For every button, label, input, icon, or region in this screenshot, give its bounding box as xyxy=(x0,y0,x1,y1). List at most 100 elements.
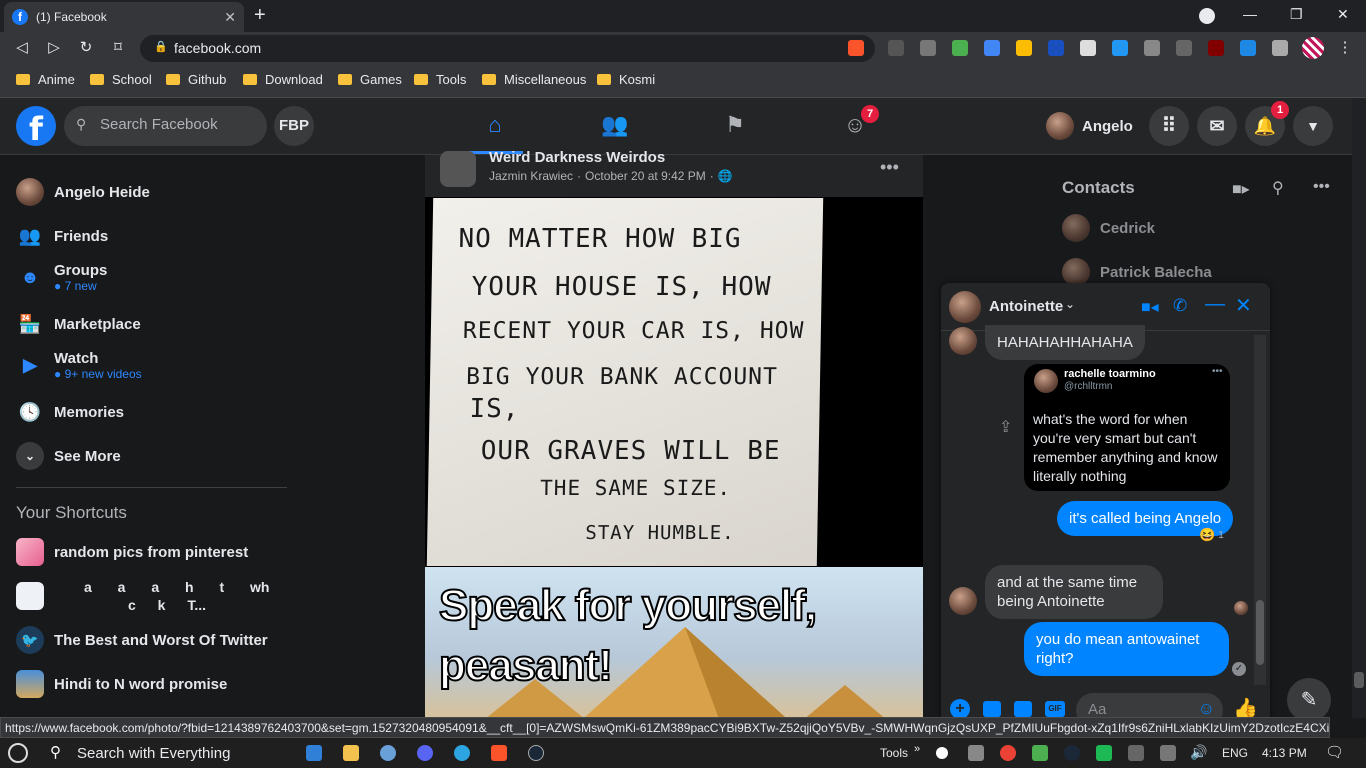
browser-tab[interactable]: f (1) Facebook ✕ xyxy=(4,2,244,32)
extension-icon[interactable] xyxy=(1112,40,1128,56)
extension-icon[interactable] xyxy=(1080,40,1096,56)
home-icon[interactable]: ⌂ xyxy=(480,112,510,138)
file-explorer-icon[interactable] xyxy=(343,745,359,761)
taskbar-search[interactable]: Search with Everything xyxy=(77,745,230,762)
extension-icon[interactable] xyxy=(1048,40,1064,56)
brave-icon[interactable] xyxy=(491,745,507,761)
shortcut-item[interactable]: random pics from pinterest xyxy=(16,538,248,566)
account-dropdown-icon[interactable]: ▼ xyxy=(1293,106,1333,146)
camera-extension-icon[interactable] xyxy=(920,40,936,56)
restore-icon[interactable]: ❐ xyxy=(1290,6,1303,23)
friends-icon[interactable]: 👥 xyxy=(600,112,630,138)
sidebar-item-marketplace[interactable]: 🏪 Marketplace xyxy=(16,310,141,338)
contacts-options-icon[interactable]: ••• xyxy=(1313,178,1330,196)
share-icon[interactable]: ⇪ xyxy=(999,417,1012,437)
sidebar-item-groups[interactable]: ☻ Groups ● 7 new xyxy=(16,262,108,293)
bookmark-folder[interactable]: Tools xyxy=(414,72,466,87)
profile-avatar-icon[interactable] xyxy=(1302,37,1324,59)
clock[interactable]: 4:13 PM xyxy=(1262,746,1307,760)
sidebar-item-friends[interactable]: 👥 Friends xyxy=(16,222,108,250)
bookmark-folder[interactable]: Download xyxy=(243,72,323,87)
tools-toolbar[interactable]: Tools xyxy=(880,746,908,760)
pages-flag-icon[interactable]: ⚑ xyxy=(720,112,750,138)
shortcut-item[interactable]: a a a h t wh c k T... xyxy=(16,578,269,614)
translate-icon[interactable] xyxy=(984,40,1000,56)
menu-icon[interactable]: ⋮ xyxy=(1335,38,1355,56)
chat-contact-name[interactable]: Antoinette xyxy=(989,298,1063,315)
shortcut-item[interactable]: 🐦 The Best and Worst Of Twitter xyxy=(16,626,268,654)
emoji-icon[interactable]: ☺ xyxy=(1198,699,1215,719)
post-time[interactable]: October 20 at 9:42 PM xyxy=(585,169,706,183)
new-tab-icon[interactable]: + xyxy=(254,4,266,27)
new-message-icon[interactable]: ✎ xyxy=(1287,678,1331,722)
steam-tray-icon[interactable] xyxy=(1064,745,1080,761)
tray-icon[interactable] xyxy=(968,745,984,761)
chevron-right-icon[interactable]: » xyxy=(914,743,920,755)
chrome-tray-icon[interactable] xyxy=(1000,745,1016,761)
close-chat-icon[interactable]: ✕ xyxy=(1235,293,1252,318)
tray-icon[interactable] xyxy=(1096,745,1112,761)
ublock-icon[interactable] xyxy=(1208,40,1224,56)
chevron-down-icon[interactable]: ⌄ xyxy=(1065,297,1075,311)
messenger-icon[interactable]: ✉ xyxy=(1197,106,1237,146)
message-outgoing[interactable]: you do mean antowainet right? xyxy=(1024,622,1229,676)
telegram-icon[interactable] xyxy=(454,745,470,761)
bookmark-folder[interactable]: Games xyxy=(338,72,402,87)
search-input[interactable]: ⚲ Search Facebook xyxy=(64,106,267,146)
forward-icon[interactable]: ▷ xyxy=(44,38,64,56)
search-icon[interactable]: ⚲ xyxy=(50,743,61,761)
add-more-icon[interactable]: + xyxy=(950,699,970,719)
meme-caption-image[interactable]: Speak for yourself, peasant! xyxy=(425,567,923,735)
page-scrollbar[interactable] xyxy=(1352,98,1366,718)
search-contacts-icon[interactable]: ⚲ xyxy=(1272,178,1284,198)
sidebar-item-profile[interactable]: Angelo Heide xyxy=(16,178,150,206)
page-scroll-thumb[interactable] xyxy=(1354,672,1364,688)
extension-icon[interactable] xyxy=(888,40,904,56)
bookmark-folder[interactable]: School xyxy=(90,72,152,87)
tray-icon[interactable] xyxy=(1032,745,1048,761)
contact-item[interactable]: Patrick Balecha xyxy=(1062,258,1212,286)
extension-icon[interactable] xyxy=(952,40,968,56)
minimize-icon[interactable]: — xyxy=(1243,6,1257,22)
bookmark-folder[interactable]: Anime xyxy=(16,72,75,87)
tab-search-icon[interactable] xyxy=(1199,8,1215,24)
bookmark-icon[interactable]: ⌑ xyxy=(108,38,128,56)
vscode-icon[interactable] xyxy=(306,745,322,761)
video-call-icon[interactable]: ■◂ xyxy=(1141,297,1159,317)
facebook-logo-icon[interactable]: f xyxy=(16,106,56,148)
shared-tweet[interactable]: rachelle toarmino @rchlltrmn ••• what's … xyxy=(1024,364,1230,491)
brave-shield-icon[interactable] xyxy=(848,40,864,56)
start-icon[interactable] xyxy=(8,743,28,763)
volume-icon[interactable]: 🔊 xyxy=(1190,744,1207,761)
sticker-icon[interactable] xyxy=(1014,701,1032,717)
photo-icon[interactable] xyxy=(983,701,1001,717)
url-bar[interactable]: 🔒 facebook.com xyxy=(140,35,875,62)
taskbar-app-icon[interactable] xyxy=(1160,745,1176,761)
post-options-icon[interactable]: ••• xyxy=(880,157,899,178)
close-tab-icon[interactable]: ✕ xyxy=(224,9,236,26)
bookmark-folder[interactable]: Miscellaneous xyxy=(482,72,586,87)
sidebar-item-memories[interactable]: 🕓 Memories xyxy=(16,398,124,426)
chat-scrollbar[interactable] xyxy=(1254,335,1266,685)
close-window-icon[interactable]: ✕ xyxy=(1337,6,1349,23)
group-avatar[interactable] xyxy=(440,151,476,187)
chat-scroll-thumb[interactable] xyxy=(1256,600,1264,665)
phone-call-icon[interactable]: ✆ xyxy=(1173,296,1187,316)
network-icon[interactable] xyxy=(1128,745,1144,761)
reload-icon[interactable]: ↻ xyxy=(76,38,96,56)
puzzle-icon[interactable] xyxy=(1272,40,1288,56)
sidebar-item-watch[interactable]: ▶ Watch ● 9+ new videos xyxy=(16,350,142,381)
extension-icon[interactable] xyxy=(1240,40,1256,56)
language-indicator[interactable]: ENG xyxy=(1222,746,1248,760)
shortcut-button[interactable]: FBP xyxy=(274,106,314,146)
post-author[interactable]: Jazmin Krawiec xyxy=(489,169,573,183)
steam-icon[interactable] xyxy=(528,745,544,761)
new-room-video-icon[interactable]: ■▸ xyxy=(1232,179,1250,199)
sidebar-item-see-more[interactable]: ⌄ See More xyxy=(16,442,121,470)
menu-grid-icon[interactable]: ⠿ xyxy=(1149,106,1189,146)
profile-button[interactable]: Angelo xyxy=(1046,108,1133,144)
bookmark-folder[interactable]: Kosmi xyxy=(597,72,655,87)
bookmark-folder[interactable]: Github xyxy=(166,72,226,87)
chat-header[interactable]: Antoinette ⌄ ■◂ ✆ — ✕ xyxy=(941,283,1270,331)
shortcut-item[interactable]: Hindi to N word promise xyxy=(16,670,227,698)
